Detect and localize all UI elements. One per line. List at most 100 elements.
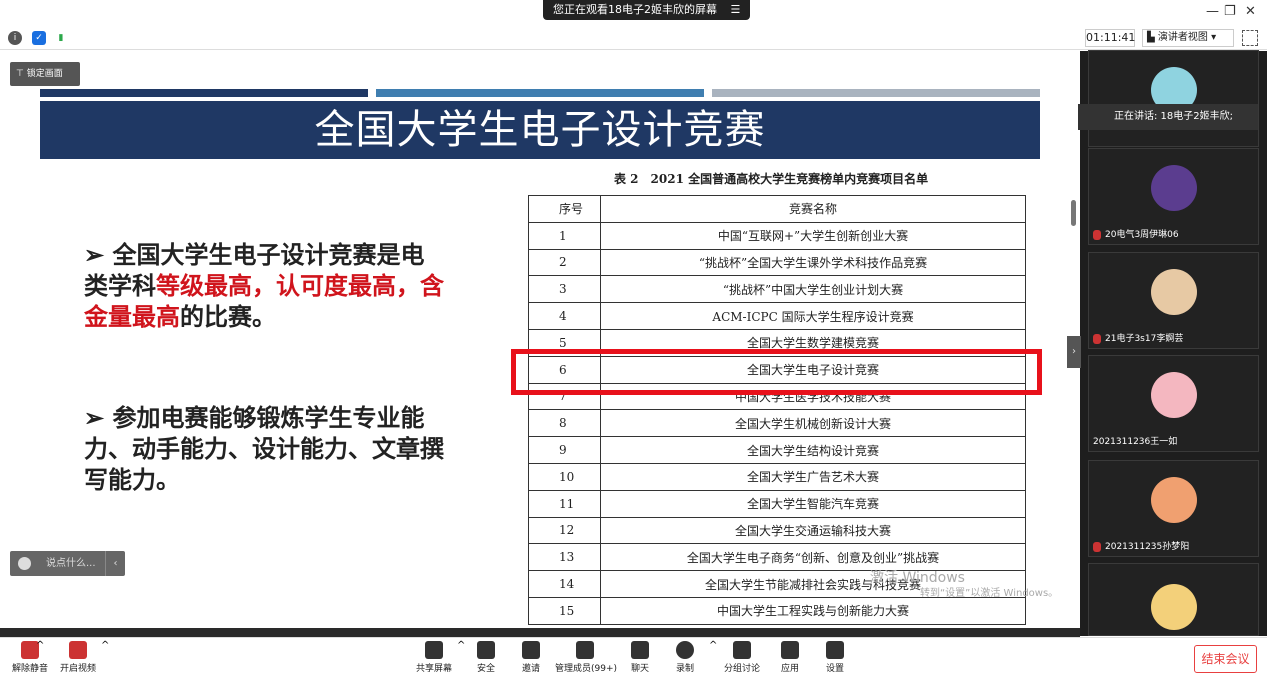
view-icon: ▙ — [1147, 32, 1155, 43]
meeting-toolbar: 解除静音 开启视频 共享屏幕 安全 邀请 管理成员(99+) 聊天 录制 分组讨… — [0, 637, 1267, 677]
fullscreen-icon[interactable] — [1242, 30, 1258, 46]
row-seq: 15 — [528, 596, 601, 625]
mic-muted-icon — [1093, 333, 1101, 344]
chat-input[interactable]: 说点什么... ‹ — [10, 551, 125, 576]
bullet-marker: ➢ — [84, 403, 105, 432]
meeting-timer: 01:11:41 — [1085, 29, 1135, 47]
participant-name-text: 21电子3s17李婀芸 — [1105, 334, 1184, 344]
competition-table: 序号 竞赛名称 1 中国“互联网+”大学生创新创业大赛 2 “挑战杯”全国大学生课外学… — [528, 195, 1026, 625]
participant-name-text: 2021311235孙梦阳 — [1105, 542, 1190, 552]
chevron-down-icon: ▾ — [1211, 32, 1217, 43]
settings-button[interactable]: 设置 — [805, 641, 865, 674]
participant-tile[interactable]: 2021311236王一如 — [1088, 355, 1259, 452]
bullet-2: ➢ 参加电赛能够锻炼学生专业能力、动手能力、设计能力、文章撰写能力。 — [84, 402, 454, 495]
table-row: 1 中国“互联网+”大学生创新创业大赛 — [528, 221, 1026, 250]
row-name: “挑战杯”全国大学生课外学术科技作品竞赛 — [600, 248, 1026, 277]
table-row: 4 ACM-ICPC 国际大学生程序设计竞赛 — [528, 302, 1026, 330]
close-button[interactable]: ✕ — [1245, 4, 1256, 19]
row-name: 全国大学生智能汽车竞赛 — [600, 489, 1026, 518]
row-name: “挑战杯”中国大学生创业计划大赛 — [600, 275, 1026, 304]
slide-title: 全国大学生电子设计竞赛 — [40, 101, 1040, 159]
collapse-panel-button[interactable]: › — [1067, 336, 1081, 368]
lock-screen-button[interactable]: ⊤ 锁定画面 — [10, 62, 80, 86]
record-button[interactable]: 录制 — [655, 641, 715, 674]
table-row: 15 中国大学生工程实践与创新能力大赛 — [528, 596, 1026, 625]
shield-icon[interactable]: ✓ — [32, 31, 46, 45]
record-icon — [676, 641, 694, 659]
row-name: 中国大学生工程实践与创新能力大赛 — [600, 596, 1026, 625]
row-seq: 14 — [528, 570, 601, 598]
gear-icon — [826, 641, 844, 659]
bullet-2-text: 参加电赛能够锻炼学生专业能力、动手能力、设计能力、文章撰写能力。 — [84, 403, 444, 494]
minimize-button[interactable]: — — [1206, 4, 1219, 19]
share-screen-icon — [425, 641, 443, 659]
shared-screen: ⊤ 锁定画面 全国大学生电子设计竞赛 ➢ 全国大学生电子设计竞赛是电类学科等级最… — [0, 51, 1080, 636]
table-row: 10 全国大学生广告艺术大赛 — [528, 462, 1026, 491]
restore-button[interactable]: ❐ — [1224, 4, 1236, 19]
title-stripe-3 — [712, 89, 1040, 97]
chat-placeholder: 说点什么... — [46, 558, 96, 569]
row-seq: 10 — [528, 462, 601, 491]
participant-tile[interactable]: 2021311235孙梦阳 — [1088, 460, 1259, 557]
invite-button[interactable]: 邀请 — [501, 641, 561, 674]
row-seq: 13 — [528, 543, 601, 572]
table-row: 9 全国大学生结构设计竞赛 — [528, 436, 1026, 464]
speaker-view-button[interactable]: ▙ 演讲者视图 ▾ — [1142, 29, 1234, 47]
table-row: 11 全国大学生智能汽车竞赛 — [528, 489, 1026, 518]
chevron-up-icon[interactable]: ^ — [709, 640, 717, 651]
avatar — [1151, 165, 1197, 211]
row-seq: 8 — [528, 409, 601, 438]
manage-members-button[interactable]: 管理成员(99+) — [555, 641, 617, 674]
chevron-up-icon[interactable]: ^ — [457, 640, 465, 651]
chevron-up-icon[interactable]: ^ — [101, 640, 109, 651]
activation-watermark-sub: 转到“设置”以激活 Windows。 — [920, 588, 1059, 599]
signal-icon[interactable]: ▮ — [54, 31, 68, 45]
menu-icon[interactable]: ☰ — [731, 3, 741, 16]
participant-tile[interactable] — [1088, 50, 1259, 147]
row-seq: 11 — [528, 489, 601, 518]
chat-icon — [631, 641, 649, 659]
row-name: 全国大学生结构设计竞赛 — [600, 436, 1026, 464]
chevron-left-icon[interactable]: ‹ — [105, 551, 125, 576]
participant-name-text: 2021311236王一如 — [1093, 437, 1178, 447]
panel-scrollbar[interactable] — [1071, 200, 1076, 226]
share-screen-button[interactable]: 共享屏幕 — [404, 641, 464, 674]
speaking-text: 正在讲话: 18电子2姬丰欣; — [1114, 111, 1234, 122]
avatar — [1151, 477, 1197, 523]
row-name: 全国大学生广告艺术大赛 — [600, 462, 1026, 491]
start-video-button[interactable]: 开启视频 — [48, 641, 108, 674]
participant-tile[interactable] — [1088, 563, 1259, 636]
members-icon — [576, 641, 594, 659]
table-header-row: 序号 竞赛名称 — [528, 195, 1026, 223]
mic-muted-icon — [1093, 541, 1101, 552]
camera-off-icon — [69, 641, 87, 659]
participant-name: 20电气3周伊琳06 — [1093, 227, 1179, 240]
row-seq: 3 — [528, 275, 601, 304]
row-name: 全国大学生交通运输科技大赛 — [600, 516, 1026, 545]
chevron-up-icon[interactable]: ^ — [36, 640, 44, 651]
end-meeting-button[interactable]: 结束会议 — [1194, 645, 1257, 673]
breakout-icon — [733, 641, 751, 659]
view-label: 演讲者视图 — [1157, 32, 1208, 43]
row-seq: 4 — [528, 302, 601, 330]
participant-name: 21电子3s17李婀芸 — [1093, 331, 1183, 344]
participant-name: 2021311235孙梦阳 — [1093, 539, 1189, 552]
row-name: ACM-ICPC 国际大学生程序设计竞赛 — [600, 302, 1026, 330]
speaking-indicator: 正在讲话: 18电子2姬丰欣; — [1078, 104, 1258, 130]
taskbar-strip — [0, 628, 1080, 637]
window-title-bar: 您正在观看18电子2姬丰欣的屏幕 ☰ — ❐ ✕ — [0, 0, 1267, 26]
row-name: 全国大学生机械创新设计大赛 — [600, 409, 1026, 438]
participant-tile[interactable]: 21电子3s17李婀芸 — [1088, 252, 1259, 349]
highlight-box — [511, 349, 1042, 395]
participant-tile[interactable]: 20电气3周伊琳06 — [1088, 148, 1259, 245]
title-stripe-1 — [40, 89, 368, 97]
share-notice-text: 您正在观看18电子2姬丰欣的屏幕 — [553, 3, 717, 16]
table-row: 2 “挑战杯”全国大学生课外学术科技作品竞赛 — [528, 248, 1026, 277]
info-icon[interactable]: i — [8, 31, 22, 45]
row-seq: 2 — [528, 248, 601, 277]
screen-share-notice[interactable]: 您正在观看18电子2姬丰欣的屏幕 ☰ — [543, 0, 751, 20]
avatar — [1151, 372, 1197, 418]
table-row: 8 全国大学生机械创新设计大赛 — [528, 409, 1026, 438]
title-stripe-2 — [376, 89, 704, 97]
emoji-icon[interactable] — [18, 557, 31, 570]
